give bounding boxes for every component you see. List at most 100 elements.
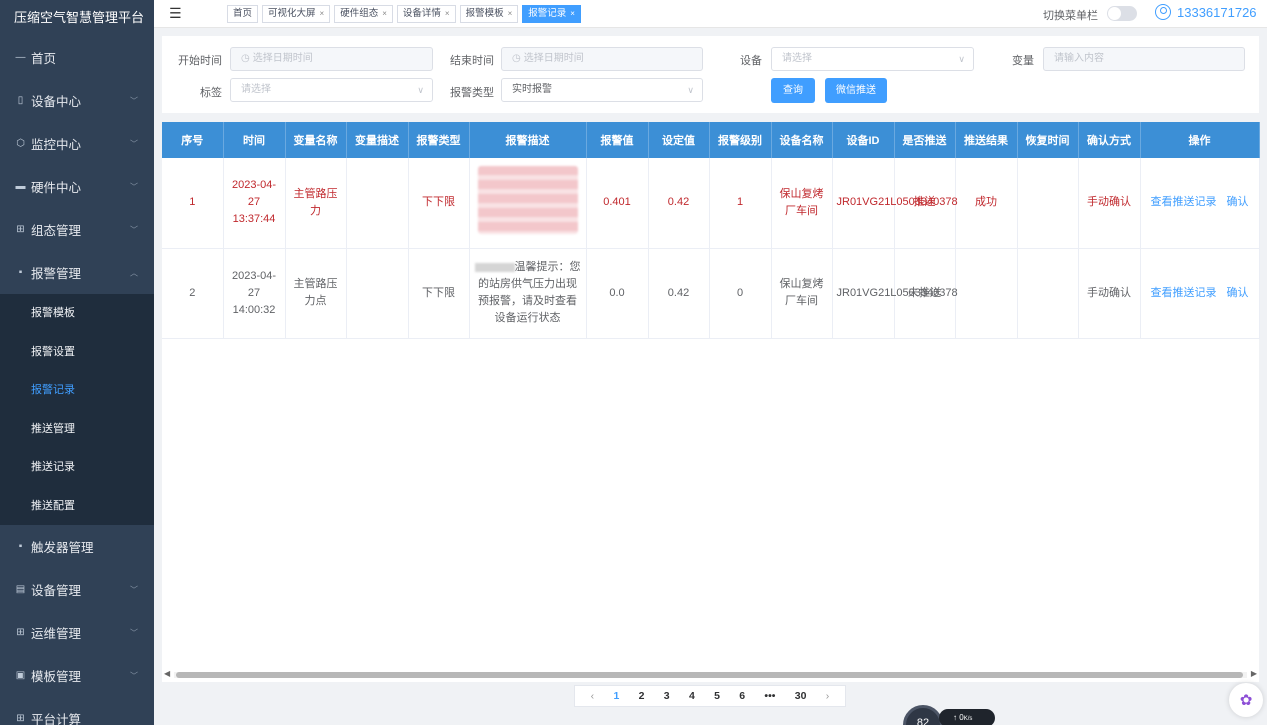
cell-var-name: 主管路压力点	[285, 248, 347, 339]
sidebar-item-2[interactable]: ▯ 设备中心 ﹀	[0, 79, 154, 122]
close-icon[interactable]: ×	[445, 9, 450, 18]
sidebar-item-6[interactable]: ▪ 报警管理 ︿	[0, 251, 154, 294]
user-menu[interactable]: 13336171726	[1155, 4, 1257, 20]
tag-select[interactable]: 请选择 ∨	[230, 78, 433, 102]
cell-confirm: 手动确认	[1078, 248, 1141, 339]
sidebar-item-2[interactable]: ▤ 设备管理 ﹀	[0, 568, 154, 611]
sidebar-item-5[interactable]: ⊞ 组态管理 ﹀	[0, 208, 154, 251]
confirm-link[interactable]: 确认	[1227, 196, 1249, 208]
query-button[interactable]: 查询	[771, 78, 815, 103]
scroll-right-icon[interactable]: ▶	[1251, 669, 1257, 678]
variable-input[interactable]: 请输入内容	[1043, 47, 1245, 71]
cell-level: 0	[709, 248, 772, 339]
speed-readout: ↑ 0K/s	[939, 709, 995, 725]
menu-toggle-icon[interactable]: ☰	[169, 5, 182, 22]
menu-icon: ▪	[18, 541, 23, 552]
alarm-type-label: 报警类型	[450, 87, 494, 99]
pagination: ‹ 1 2 3 4 5 6 ••• 30 ›	[574, 685, 846, 707]
sidebar-item-label: 报警管理	[31, 267, 82, 281]
sidebar-item-4[interactable]: ▬ 硬件中心 ﹀	[0, 165, 154, 208]
cell-device-id: JR01VG21L0503340378	[832, 158, 958, 249]
submenu-item-6[interactable]: 推送配置	[0, 486, 154, 525]
clock-icon: ◷	[512, 53, 521, 64]
tab-4[interactable]: 设备详情 ×	[396, 5, 456, 23]
column-header: 设备名称	[771, 122, 833, 158]
tab-1[interactable]: 首页	[227, 5, 259, 23]
cell-time: 2023-04-27 13:37:44	[223, 158, 286, 249]
device-select[interactable]: 请选择 ∨	[771, 47, 974, 71]
page-3[interactable]: 3	[664, 690, 670, 702]
sidebar-item-5[interactable]: ⊞ 平台计算	[0, 697, 154, 725]
cell-set-value: 0.42	[648, 248, 710, 339]
switch-menu-toggle[interactable]	[1107, 6, 1137, 21]
tab-5[interactable]: 报警模板 ×	[459, 5, 519, 23]
prev-page-button[interactable]: ‹	[591, 690, 595, 702]
close-icon[interactable]: ×	[382, 9, 387, 18]
tags-view: 首页 可视化大屏 × 硬件组态 × 设备详情 × 报警模板 × 报警记录 ×	[227, 5, 581, 23]
column-header: 确认方式	[1078, 122, 1141, 158]
end-time-label: 结束时间	[450, 55, 494, 67]
start-time-input[interactable]: ◷ 选择日期时间	[230, 47, 433, 71]
sidebar-item-1[interactable]: ▪ 触发器管理	[0, 525, 154, 568]
redacted-content	[477, 165, 578, 234]
sidebar-item-label: 监控中心	[31, 138, 82, 152]
horizontal-scrollbar[interactable]: ◀ ▶	[164, 669, 1257, 679]
submenu-item-4[interactable]: 推送管理	[0, 409, 154, 448]
tab-label: 报警记录	[528, 8, 567, 19]
sidebar-item-label: 首页	[31, 52, 57, 66]
cell-actions: 查看推送记录 确认	[1140, 158, 1260, 249]
close-icon[interactable]: ×	[508, 9, 513, 18]
chevron-down-icon: ﹀	[130, 585, 138, 594]
submenu-item-1[interactable]: 报警模板	[0, 294, 154, 333]
next-page-button[interactable]: ›	[826, 690, 830, 702]
tab-label: 首页	[233, 8, 253, 19]
scroll-left-icon[interactable]: ◀	[164, 669, 170, 678]
view-push-records-link[interactable]: 查看推送记录	[1151, 287, 1217, 299]
sidebar-item-4[interactable]: ▣ 模板管理 ﹀	[0, 654, 154, 697]
end-time-input[interactable]: ◷ 选择日期时间	[501, 47, 703, 71]
cell-device-name: 保山复烤厂车间	[771, 158, 833, 249]
assistant-brain-icon[interactable]: ✿	[1229, 683, 1263, 717]
speed-dial: 82	[903, 705, 943, 725]
device-label: 设备	[740, 55, 762, 67]
topbar: ☰ 首页 可视化大屏 × 硬件组态 × 设备详情 × 报警模板 × 报警记录 × 切换菜单栏 133…	[154, 0, 1267, 28]
sidebar-item-3[interactable]: ⊞ 运维管理 ﹀	[0, 611, 154, 654]
close-icon[interactable]: ×	[570, 9, 575, 18]
submenu-item-5[interactable]: 推送记录	[0, 448, 154, 487]
cell-index: 2	[162, 248, 224, 339]
sidebar: 压缩空气智慧管理平台 — 首页 ▯ 设备中心 ﹀ ⬡ 监控中心 ﹀ ▬ 硬件中心 ﹀ ⊞ 组态管理 ﹀ ▪ 报…	[0, 0, 154, 725]
cell-alarm-desc: 温馨提示：您的站房供气压力出现预报警，请及时查看设备运行状态	[469, 248, 587, 339]
sidebar-item-3[interactable]: ⬡ 监控中心 ﹀	[0, 122, 154, 165]
alarm-type-select[interactable]: 实时报警 ∨	[501, 78, 703, 102]
tab-3[interactable]: 硬件组态 ×	[334, 5, 393, 23]
submenu-item-3[interactable]: 报警记录	[0, 371, 154, 410]
cell-time: 2023-04-27 14:00:32	[223, 248, 286, 339]
menu-icon: ▪	[18, 267, 23, 278]
tab-6[interactable]: 报警记录 ×	[522, 5, 581, 23]
close-icon[interactable]: ×	[320, 9, 325, 18]
page-7[interactable]: •••	[764, 690, 775, 702]
page-4[interactable]: 4	[689, 690, 695, 702]
confirm-link[interactable]: 确认	[1227, 287, 1249, 299]
cell-alarm-value: 0.0	[586, 248, 649, 339]
page-2[interactable]: 2	[639, 690, 645, 702]
menu-icon: ▯	[17, 95, 24, 106]
cell-alarm-type: 下下限	[408, 248, 470, 339]
cell-alarm-desc	[469, 158, 587, 249]
submenu-item-2[interactable]: 报警设置	[0, 332, 154, 371]
chevron-down-icon: ∨	[417, 85, 424, 95]
page-1[interactable]: 1	[613, 690, 619, 702]
tab-label: 报警模板	[465, 8, 504, 19]
sidebar-item-1[interactable]: — 首页	[0, 36, 154, 79]
page-5[interactable]: 5	[714, 690, 720, 702]
page-6[interactable]: 6	[739, 690, 745, 702]
tab-2[interactable]: 可视化大屏 ×	[262, 5, 331, 23]
cell-confirm: 手动确认	[1078, 158, 1141, 249]
view-push-records-link[interactable]: 查看推送记录	[1151, 196, 1217, 208]
chevron-down-icon: ﹀	[130, 139, 138, 148]
cell-device-name: 保山复烤厂车间	[771, 248, 833, 339]
scroll-thumb[interactable]	[176, 672, 1243, 678]
page-8[interactable]: 30	[795, 690, 807, 702]
wechat-push-button[interactable]: 微信推送	[825, 78, 887, 103]
column-header: 推送结果	[955, 122, 1018, 158]
